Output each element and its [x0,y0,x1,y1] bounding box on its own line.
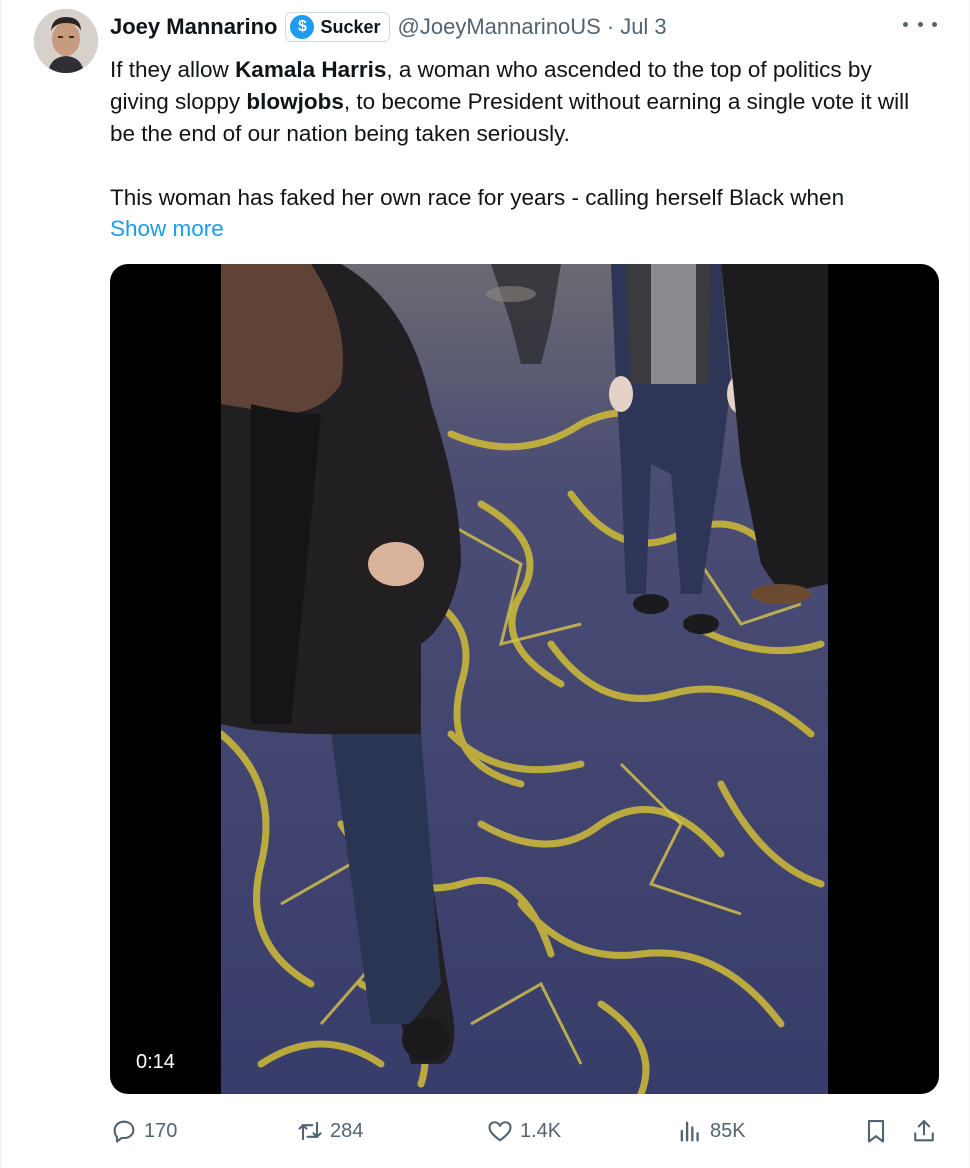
tweet-paragraph-1: If they allow Kamala Harris, a woman who… [110,54,930,150]
tweet-timestamp[interactable]: Jul 3 [620,14,666,40]
video-frame [221,264,828,1094]
dollar-sign-icon: $ [290,15,315,39]
bookmark-button[interactable] [862,1114,890,1148]
avatar-image [34,9,98,73]
more-dot [903,21,908,27]
tweet-card: Joey Mannarino $ Sucker @JoeyMannarinoUS… [0,0,970,1168]
views-count: 85K [710,1119,746,1142]
tweet-header: Joey Mannarino $ Sucker @JoeyMannarinoUS… [110,11,667,43]
reply-button[interactable]: 170 [110,1114,177,1148]
analytics-icon [680,1121,699,1142]
separator-dot: · [606,14,615,39]
repost-count: 284 [330,1119,364,1142]
reply-count: 170 [144,1119,178,1142]
author-name[interactable]: Joey Mannarino [110,14,277,40]
tweet-text-segment: If they allow [110,57,236,82]
more-dot [917,21,923,27]
views-button[interactable]: 85K [676,1114,746,1148]
share-button[interactable] [910,1114,938,1148]
reply-icon [113,1120,135,1143]
like-button[interactable]: 1.4K [486,1114,561,1148]
heart-icon [488,1121,512,1142]
avatar[interactable] [34,9,98,73]
video-still [221,264,828,1094]
share-icon [914,1120,934,1142]
tweet-text-bold: blowjobs [246,89,344,114]
like-count: 1.4K [520,1119,562,1142]
repost-icon [298,1121,322,1141]
tweet-text-bold: Kamala Harris [235,57,387,82]
action-bar: 170 284 1.4K 85K [110,1114,946,1148]
video-duration: 0:14 [126,1046,185,1078]
repost-button[interactable]: 284 [296,1114,363,1148]
bookmark-icon [867,1120,885,1143]
more-dot [932,21,937,27]
video-player[interactable]: 0:14 [110,264,939,1094]
more-options-icon[interactable] [903,14,937,34]
tweet-paragraph-2: This woman has faked her own race for ye… [110,185,845,210]
show-more-link[interactable]: Show more [110,213,224,245]
author-handle[interactable]: @JoeyMannarinoUS [398,14,601,40]
affiliation-label-text: Sucker [320,16,381,37]
affiliation-label[interactable]: $ Sucker [285,12,390,42]
tweet-text: If they allow Kamala Harris, a woman who… [110,54,930,214]
